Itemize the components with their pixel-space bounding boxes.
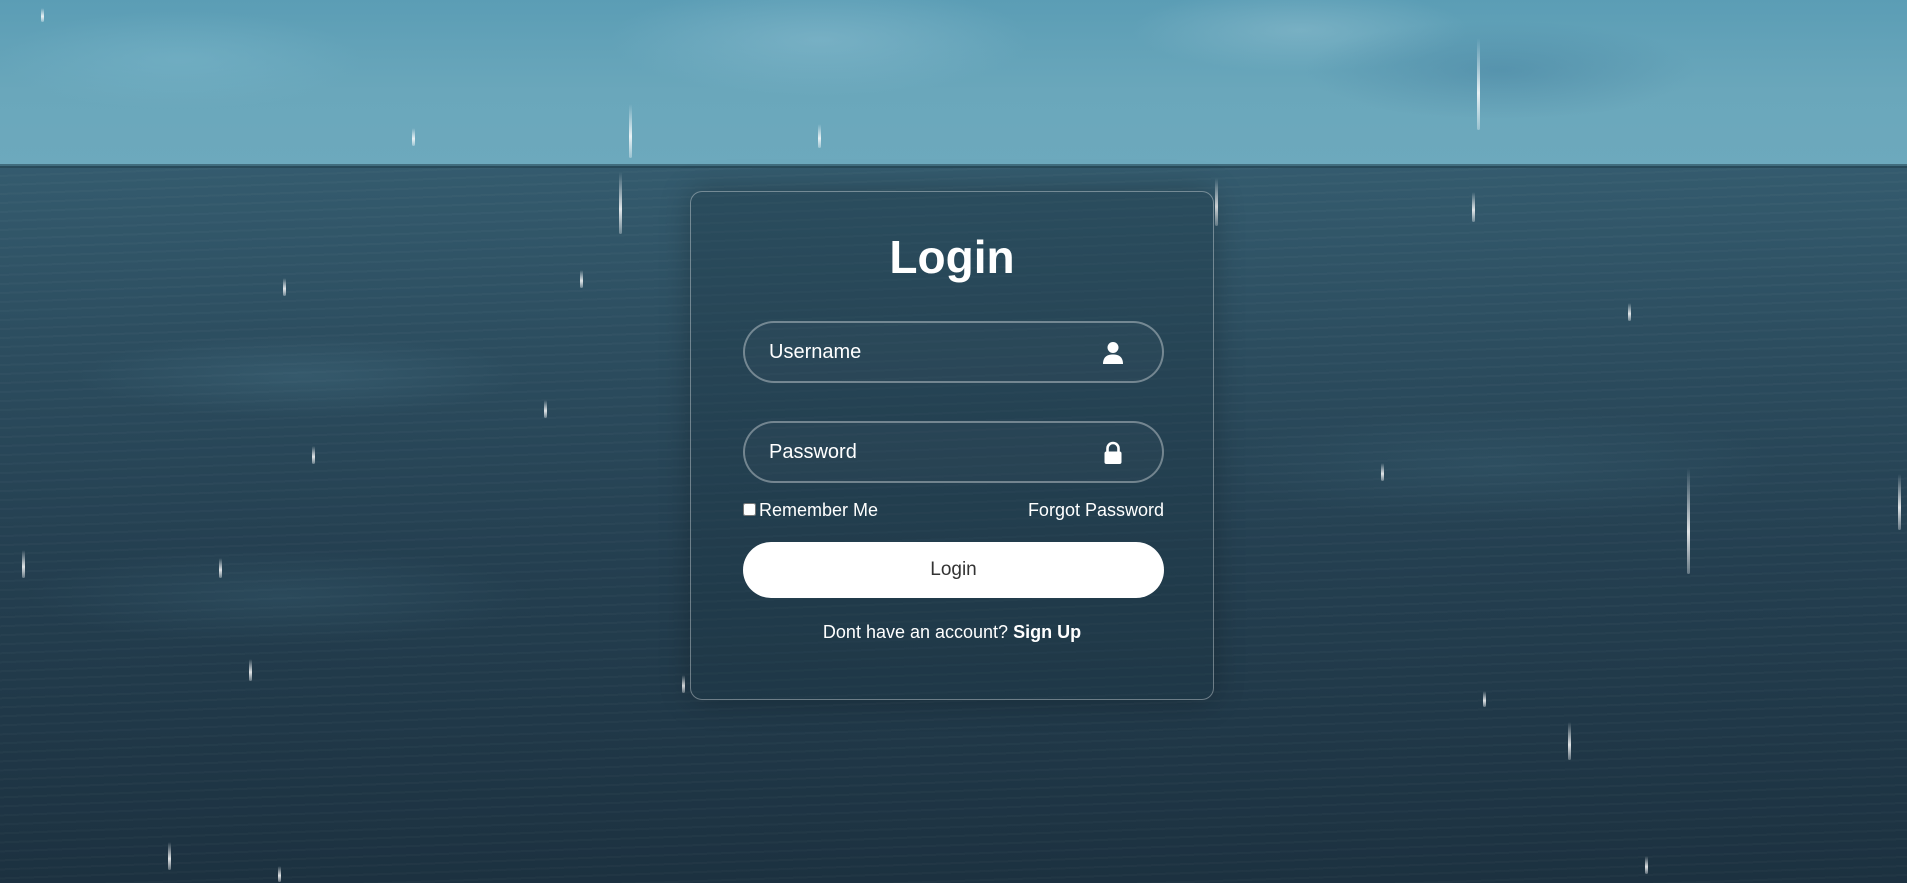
form-options: Remember Me Forgot Password (743, 500, 1164, 524)
raindrop (1477, 38, 1480, 130)
raindrop (412, 128, 415, 146)
remember-me-checkbox[interactable] (743, 503, 756, 516)
page-title: Login (889, 231, 1015, 283)
password-input[interactable] (769, 423, 1089, 481)
raindrop (312, 446, 315, 464)
raindrop (22, 550, 25, 578)
raindrop (278, 866, 281, 882)
signup-link[interactable]: Sign Up (1013, 622, 1081, 642)
raindrop (580, 270, 583, 288)
raindrop (1628, 303, 1631, 321)
raindrop (629, 104, 632, 158)
signup-prompt: Dont have an account? (822, 622, 1009, 642)
raindrop (1472, 192, 1475, 222)
lock-icon (1104, 441, 1122, 464)
username-field-wrapper (743, 321, 1164, 383)
username-input[interactable] (769, 323, 1089, 381)
raindrop (219, 558, 222, 578)
raindrop (1898, 474, 1901, 530)
raindrop (544, 400, 547, 418)
raindrop (682, 675, 685, 693)
raindrop (1568, 722, 1571, 760)
raindrop (1645, 856, 1648, 874)
user-icon (1103, 342, 1123, 364)
sky (0, 0, 1907, 166)
raindrop (1483, 691, 1486, 707)
horizon-line (0, 164, 1907, 168)
raindrop (1215, 178, 1218, 226)
forgot-password-link[interactable]: Forgot Password (1028, 500, 1164, 521)
remember-me-label: Remember Me (759, 500, 879, 520)
login-card: Login Remember Me Forgot Password Login … (690, 191, 1214, 700)
raindrop (168, 842, 171, 870)
raindrop (818, 124, 821, 148)
raindrop (1687, 468, 1690, 574)
raindrop (619, 172, 622, 234)
login-button[interactable]: Login (743, 542, 1164, 598)
raindrop (283, 278, 286, 296)
password-field-wrapper (743, 421, 1164, 483)
raindrop (1381, 463, 1384, 481)
raindrop (249, 659, 252, 681)
signup-line: Dont have an account? Sign Up (691, 622, 1213, 643)
remember-me[interactable]: Remember Me (743, 500, 878, 521)
raindrop (41, 8, 44, 22)
